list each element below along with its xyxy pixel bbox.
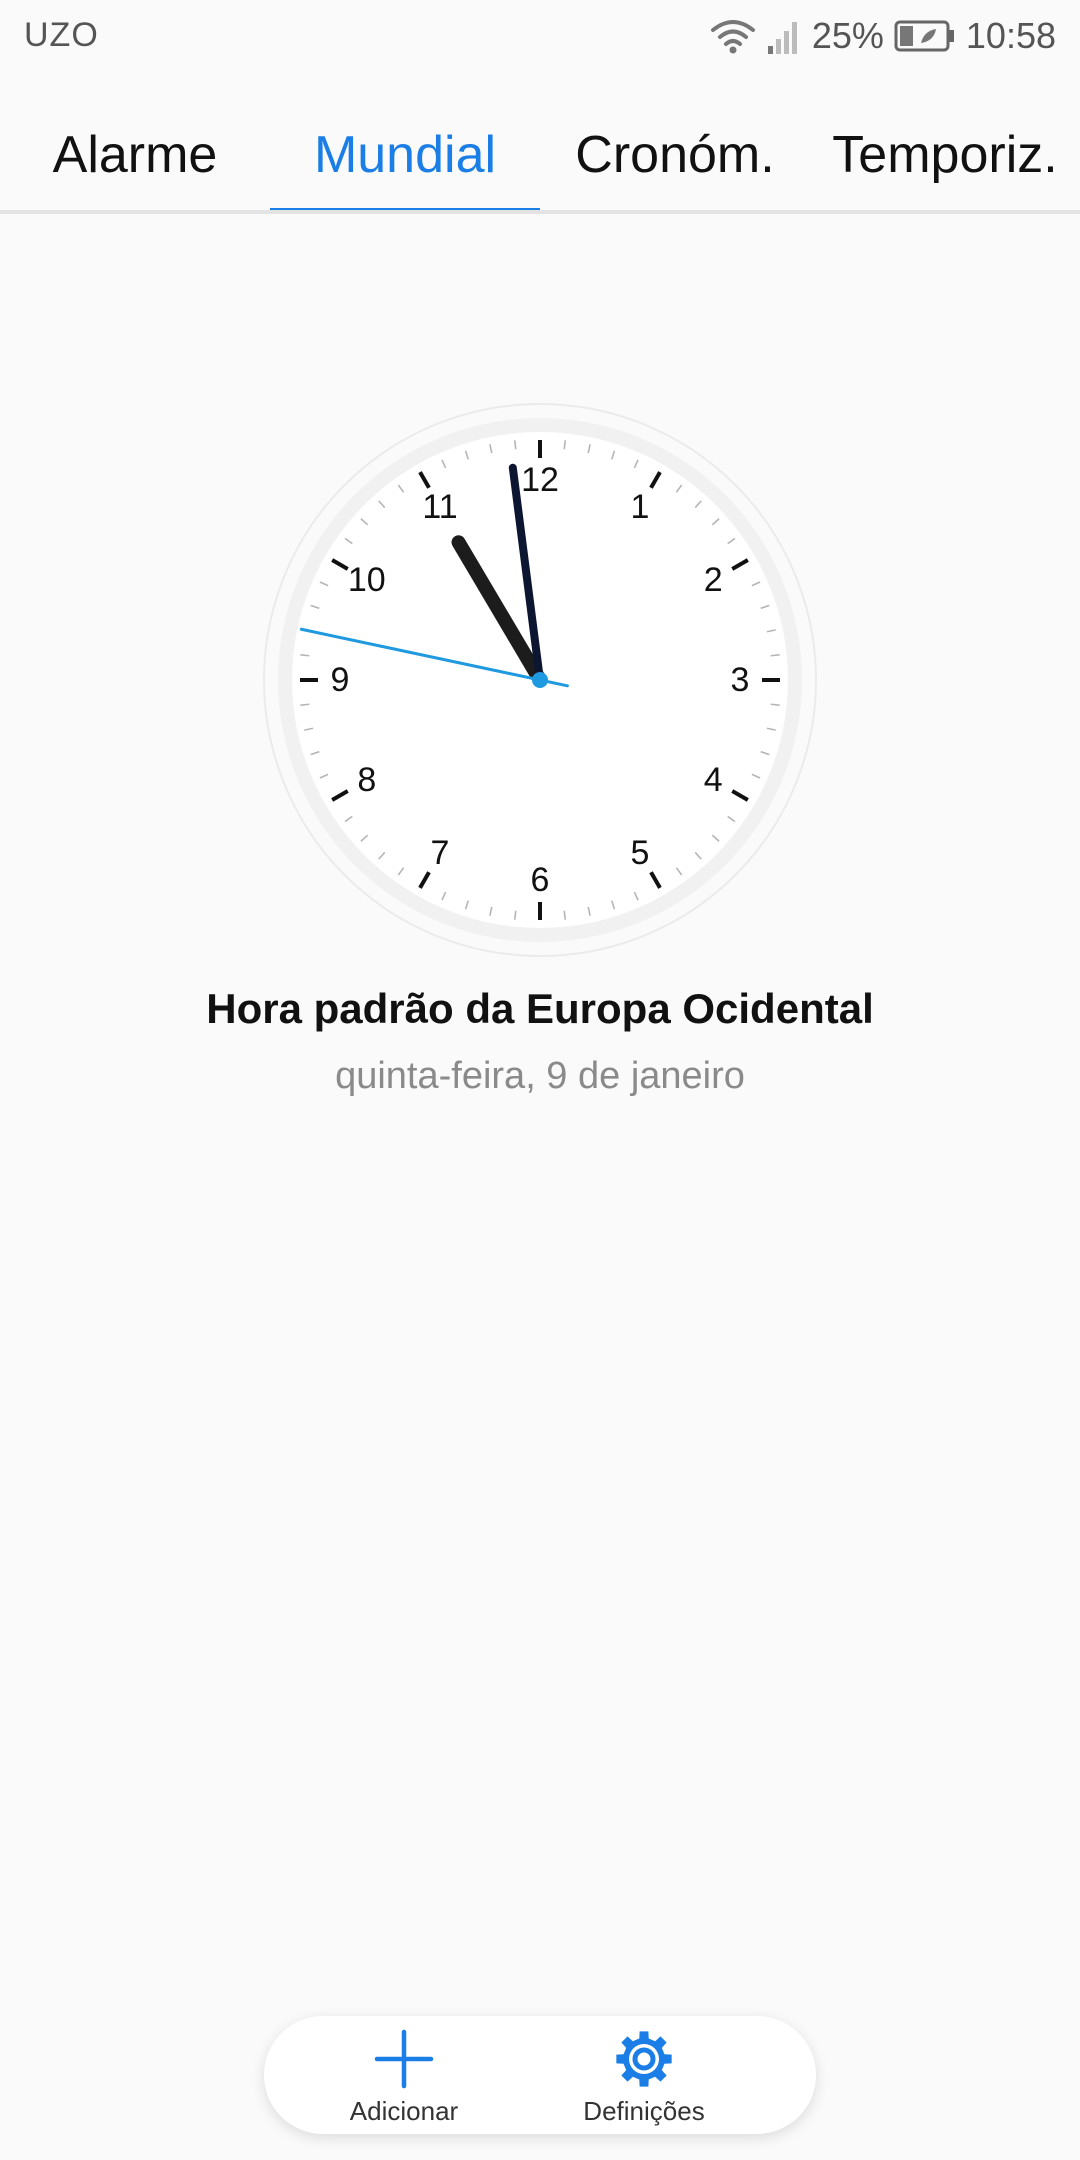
tab-cronometro[interactable]: Cronóm. <box>540 96 810 214</box>
clock-numeral: 8 <box>357 761 376 799</box>
minute-tick <box>770 654 780 657</box>
analog-clock: 12 1 2 3 4 5 6 7 8 9 10 11 <box>262 402 818 958</box>
battery-icon <box>894 19 956 53</box>
clock-numeral: 3 <box>731 661 750 699</box>
minute-tick <box>770 703 780 706</box>
signal-icon <box>766 16 802 56</box>
clock-numeral: 9 <box>331 661 350 699</box>
status-indicators: 25% 10:58 <box>710 14 1056 58</box>
clock-numeral: 10 <box>348 561 386 599</box>
clock-numeral: 11 <box>422 488 457 526</box>
tab-bar: Alarme Mundial Cronóm. Temporiz. <box>0 96 1080 214</box>
tabs-divider <box>0 210 1080 214</box>
tab-mundial[interactable]: Mundial <box>270 96 540 214</box>
battery-percent: 25% <box>811 15 884 56</box>
minute-tick <box>300 703 310 706</box>
add-label: Adicionar <box>349 2096 459 2126</box>
clock-numeral: 12 <box>521 461 559 499</box>
clock-numeral: 4 <box>704 761 723 799</box>
clock-numeral: 5 <box>631 834 650 872</box>
minute-tick <box>514 910 517 920</box>
add-button[interactable]: Adicionar <box>294 2016 514 2134</box>
status-time: 10:58 <box>965 15 1056 56</box>
clock-numeral: 7 <box>431 834 450 872</box>
bottom-action-bar: Adicionar Definições <box>264 2016 816 2134</box>
minute-tick <box>563 910 566 920</box>
tab-alarme[interactable]: Alarme <box>0 96 270 214</box>
time-zone-name: Hora padrão da Europa Ocidental <box>206 985 874 1032</box>
minute-tick <box>514 440 517 450</box>
carrier-name: UZO <box>24 16 99 54</box>
minute-tick <box>300 654 310 657</box>
wifi-icon <box>710 16 756 56</box>
plus-icon <box>374 2029 434 2089</box>
clock-numeral: 1 <box>631 488 650 526</box>
clock-face: 121234567891011 <box>263 403 817 957</box>
status-bar: UZO 25% 10:58 <box>0 0 1080 72</box>
tab-temporizador[interactable]: Temporiz. <box>810 96 1080 214</box>
settings-label: Definições <box>583 2096 705 2126</box>
settings-button[interactable]: Definições <box>534 2016 754 2134</box>
time-zone-date: quinta-feira, 9 de janeiro <box>335 1055 745 1097</box>
gear-icon <box>616 2031 672 2087</box>
clock-numeral: 6 <box>531 861 550 899</box>
minute-tick <box>563 440 566 450</box>
clock-center-cap <box>532 672 548 688</box>
clock-numeral: 2 <box>704 561 723 599</box>
